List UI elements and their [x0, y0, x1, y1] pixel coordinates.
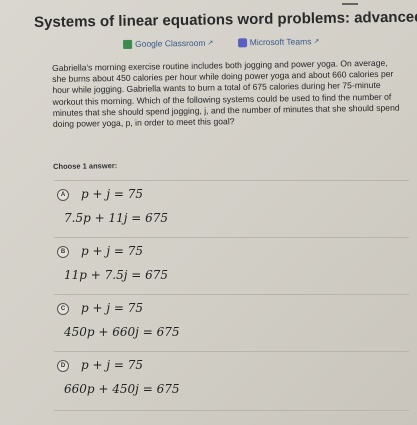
external-link-icon: ↗ [207, 39, 214, 47]
top-bar-marker [342, 3, 358, 5]
option-divider [54, 294, 409, 295]
option-equation-1: p + j = 75 [81, 358, 144, 372]
page-title: Systems of linear equations word problem… [34, 8, 417, 31]
microsoft-teams-label: Microsoft Teams [249, 36, 312, 48]
google-classroom-link[interactable]: Google Classroom ↗ [123, 38, 213, 49]
option-divider [54, 237, 409, 238]
external-link-icon: ↗ [313, 38, 320, 46]
option-divider [54, 410, 409, 411]
option-divider [54, 351, 409, 352]
google-classroom-label: Google Classroom [134, 37, 206, 49]
radio-button-d[interactable]: D [57, 360, 69, 372]
answer-option-b[interactable]: B p + j = 75 11p + 7.5j = 675 [54, 237, 409, 289]
radio-button-a[interactable]: A [57, 189, 69, 201]
option-equation-2: 7.5p + 11j = 675 [64, 211, 169, 225]
option-equation-2: 660p + 450j = 675 [64, 382, 180, 396]
option-equation-1: p + j = 75 [81, 244, 144, 258]
radio-button-c[interactable]: C [57, 303, 69, 315]
choose-label: Choose 1 answer: [53, 161, 118, 171]
answer-option-d[interactable]: D p + j = 75 660p + 450j = 675 [54, 351, 409, 403]
answer-option-c[interactable]: C p + j = 75 450p + 660j = 675 [54, 294, 409, 346]
option-equation-2: 450p + 660j = 675 [64, 325, 180, 339]
microsoft-teams-link[interactable]: Microsoft Teams ↗ [237, 36, 320, 48]
option-equation-1: p + j = 75 [81, 187, 144, 201]
share-row: Google Classroom ↗ Microsoft Teams ↗ [123, 36, 341, 51]
option-equation-2: 11p + 7.5j = 675 [64, 268, 169, 282]
option-divider [54, 180, 409, 181]
microsoft-teams-icon [237, 37, 247, 47]
option-equation-1: p + j = 75 [81, 301, 144, 315]
exercise-page: Systems of linear equations word problem… [0, 0, 417, 425]
radio-button-b[interactable]: B [57, 246, 69, 258]
question-text: Gabriella's morning exercise routine inc… [52, 57, 400, 130]
answer-option-a[interactable]: A p + j = 75 7.5p + 11j = 675 [54, 180, 409, 232]
google-classroom-icon [123, 39, 133, 49]
